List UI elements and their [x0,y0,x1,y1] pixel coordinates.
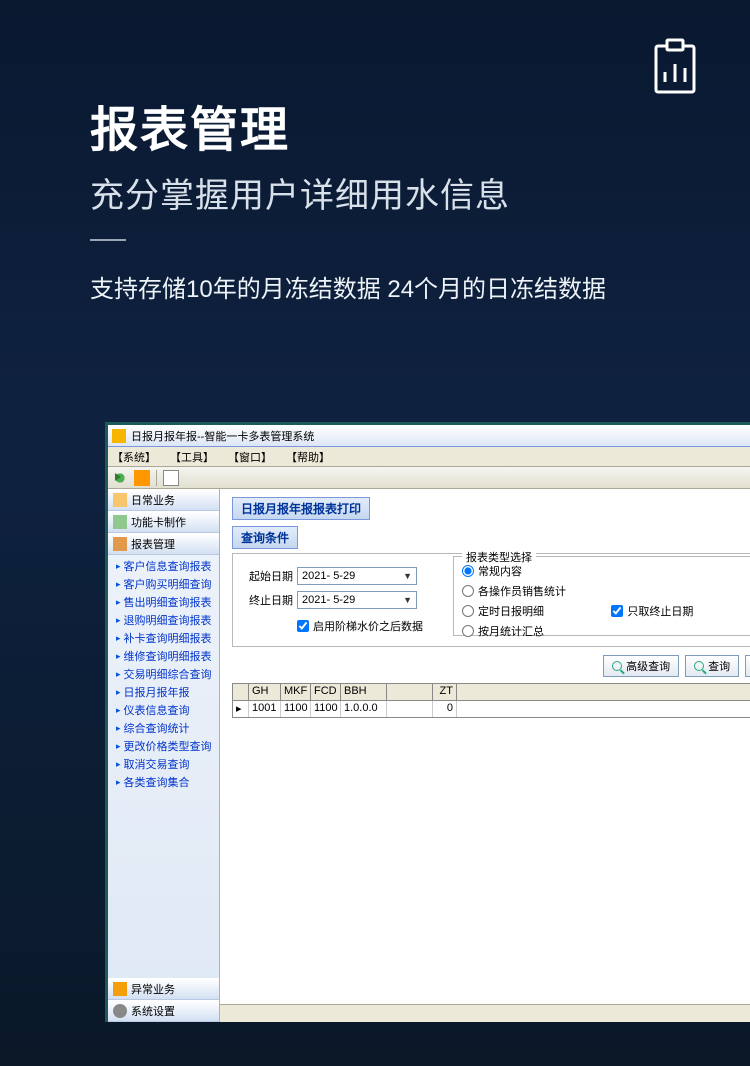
tree-item[interactable]: 综合查询统计 [116,719,219,737]
tree-item[interactable]: 售出明细查询报表 [116,593,219,611]
tree-item[interactable]: 各类查询集合 [116,773,219,791]
sidebar-group-report[interactable]: 报表管理 [108,533,219,555]
status-bar [220,1004,750,1022]
window-titlebar: 日报月报年报--智能一卡多表管理系统 [108,425,750,447]
sidebar-group-daily[interactable]: 日常业务 [108,489,219,511]
tree-item[interactable]: 日报月报年报 [116,683,219,701]
query-title: 查询条件 [232,526,298,549]
menubar: 【系统】 【工具】 【窗口】 【帮助】 [108,447,750,467]
tree-item[interactable]: 取消交易查询 [116,755,219,773]
tree-item[interactable]: 客户信息查询报表 [116,557,219,575]
query-button[interactable]: 查询 [685,655,739,677]
radio-operator[interactable]: 各操作员销售统计 [462,583,599,599]
panel-title: 日报月报年报报表打印 [232,497,370,520]
tree-item[interactable]: 退购明细查询报表 [116,611,219,629]
search-icon [612,661,622,671]
page-title: 报表管理 [90,90,660,160]
clipboard-chart-icon [650,38,700,96]
divider [90,239,126,241]
page-description: 支持存储10年的月冻结数据 24个月的日冻结数据 [90,269,660,304]
sidebar-group-settings[interactable]: 系统设置 [108,1000,219,1022]
tree-item[interactable]: 更改价格类型查询 [116,737,219,755]
report-type-fieldset: 报表类型选择 常规内容 按日统计汇总 各操作员销售统计 按阶梯价格分类统计 定时… [453,556,750,636]
query-form: 起始日期 2021- 5-29▼ 终止日期 2021- 5-29▼ 启用阶梯水价… [232,553,750,647]
document-icon[interactable] [163,470,179,486]
run-icon[interactable] [112,470,128,486]
check-end-only[interactable]: 只取终止日期 [611,603,748,619]
app-icon [112,429,126,443]
end-date-input[interactable]: 2021- 5-29▼ [297,591,417,609]
card-icon [113,515,127,529]
tree-item[interactable]: 交易明细综合查询 [116,665,219,683]
result-grid: GH MKF FCD BBH ZT ▸ 1001 1100 1100 1.0.0… [232,683,750,718]
tree-item[interactable]: 维修查询明细报表 [116,647,219,665]
start-date-label: 起始日期 [245,568,297,584]
export-excel-button[interactable]: 导入Excel [745,655,750,677]
gear-icon [113,1004,127,1018]
folder-icon [113,493,127,507]
search-icon [694,661,704,671]
fieldset-legend: 报表类型选择 [462,549,536,565]
app-window: 日报月报年报--智能一卡多表管理系统 【系统】 【工具】 【窗口】 【帮助】 日… [105,422,750,1022]
tree-item[interactable]: 仪表信息查询 [116,701,219,719]
grid-row[interactable]: ▸ 1001 1100 1100 1.0.0.0 0 [233,701,750,717]
chevron-down-icon: ▼ [403,595,412,605]
window-title: 日报月报年报--智能一卡多表管理系统 [131,428,314,444]
main-panel: 日报月报年报报表打印 查询条件 起始日期 2021- 5-29▼ 终止日期 20… [220,489,750,1022]
advanced-query-button[interactable]: 高级查询 [603,655,679,677]
start-date-input[interactable]: 2021- 5-29▼ [297,567,417,585]
grid-header: GH MKF FCD BBH ZT [233,684,750,701]
lock-icon[interactable] [134,470,150,486]
sidebar: 日常业务 功能卡制作 报表管理 客户信息查询报表 客户购买明细查询 售出明细查询… [108,489,220,1022]
warning-icon [113,982,127,996]
report-icon [113,537,127,551]
page-subtitle: 充分掌握用户详细用水信息 [90,168,660,217]
chevron-down-icon: ▼ [403,571,412,581]
menu-window[interactable]: 【窗口】 [228,449,272,465]
end-date-label: 终止日期 [245,592,297,608]
tree-item[interactable]: 客户购买明细查询 [116,575,219,593]
menu-system[interactable]: 【系统】 [112,449,156,465]
tree-item[interactable]: 补卡查询明细报表 [116,629,219,647]
sidebar-group-card[interactable]: 功能卡制作 [108,511,219,533]
menu-help[interactable]: 【帮助】 [286,449,330,465]
toolbar [108,467,750,489]
report-tree: 客户信息查询报表 客户购买明细查询 售出明细查询报表 退购明细查询报表 补卡查询… [108,555,219,795]
radio-timed[interactable]: 定时日报明细 [462,603,599,619]
menu-tools[interactable]: 【工具】 [170,449,214,465]
sidebar-group-exception[interactable]: 异常业务 [108,978,219,1000]
radio-monthly[interactable]: 按月统计汇总 [462,623,599,639]
radio-normal[interactable]: 常规内容 [462,563,599,579]
